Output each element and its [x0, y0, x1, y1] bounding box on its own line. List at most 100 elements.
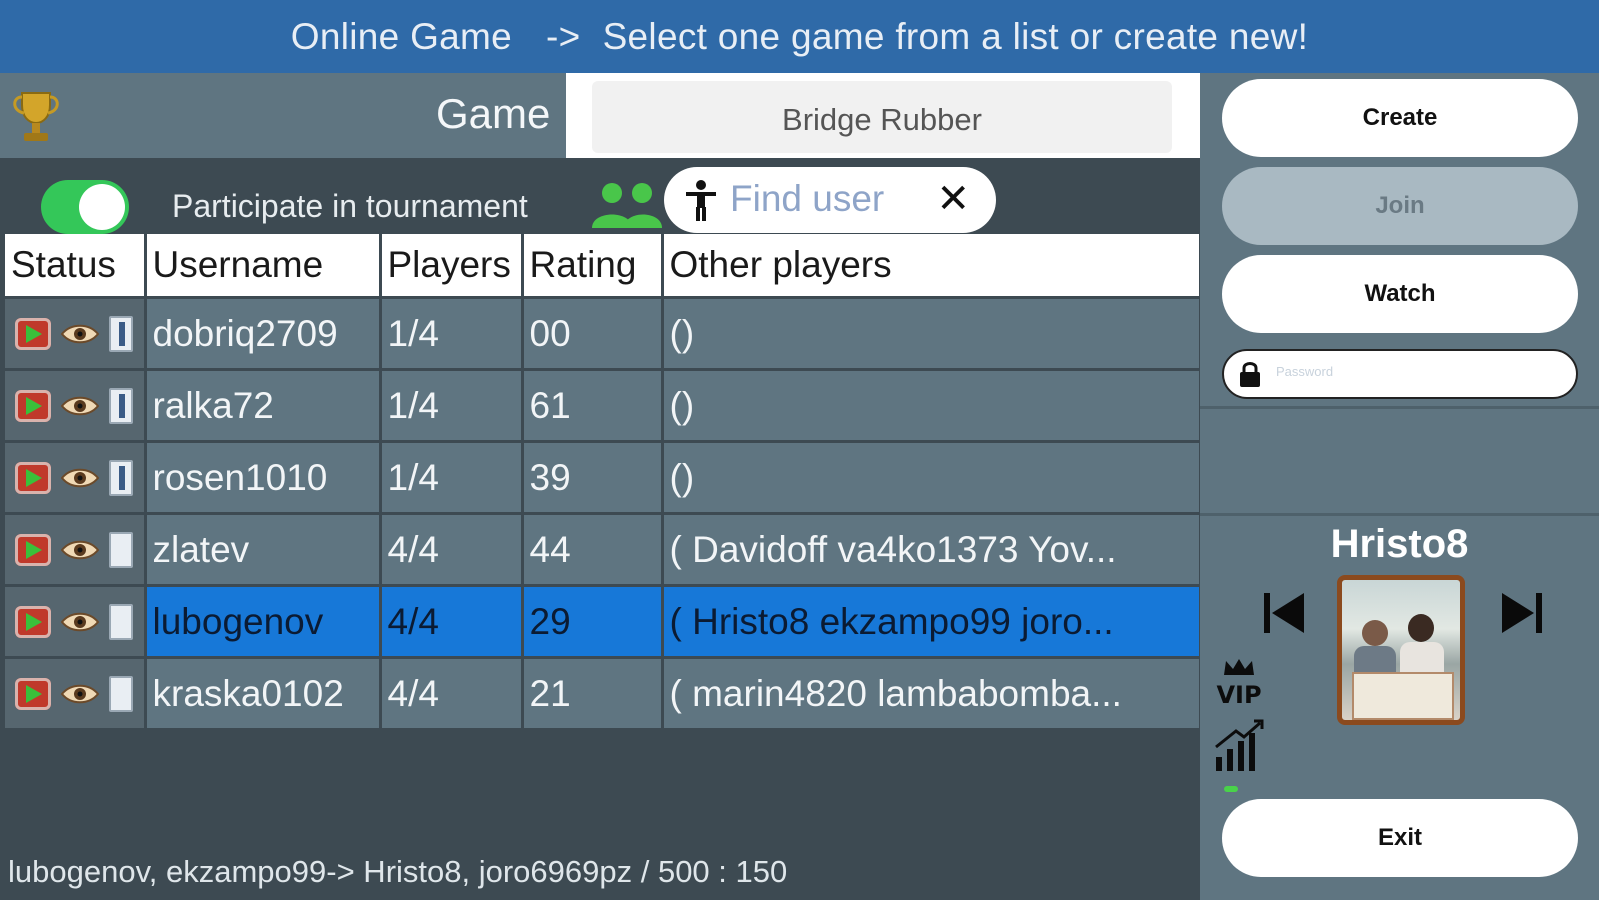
table-header-row: Status Username Players Rating Other pla…	[5, 234, 1199, 298]
table-row[interactable]: zlatev 4/4 44 ( Davidoff va4ko1373 Yov..…	[5, 512, 1199, 586]
door-icon	[109, 387, 133, 424]
play-icon[interactable]	[15, 605, 51, 638]
row-status-cell	[5, 656, 147, 728]
divider	[1200, 406, 1599, 409]
row-username: zlatev	[145, 512, 382, 586]
row-players: 1/4	[380, 440, 524, 514]
header-title: Online Game	[290, 15, 513, 57]
row-username: dobriq2709	[145, 296, 382, 370]
row-other-players: ( marin4820 lambabomba...	[662, 656, 1199, 728]
create-button[interactable]: Create	[1222, 79, 1578, 157]
tournament-toggle[interactable]	[41, 180, 129, 234]
row-other-players: ( Hristo8 ekzampo99 joro...	[662, 584, 1199, 658]
row-other-players: ()	[662, 440, 1199, 514]
door-icon	[109, 531, 133, 568]
row-players: 1/4	[380, 296, 524, 370]
row-other-players: ()	[662, 296, 1199, 370]
row-rating: 29	[522, 584, 664, 658]
join-button[interactable]: Join	[1222, 167, 1578, 245]
vip-crown-icon[interactable]: VIP	[1212, 653, 1266, 713]
row-status-cell	[5, 296, 147, 370]
row-players: 1/4	[380, 368, 524, 442]
eye-icon[interactable]	[61, 539, 99, 561]
close-icon[interactable]: ✕	[936, 176, 970, 222]
skip-next-icon[interactable]	[1498, 591, 1546, 635]
row-rating: 39	[522, 440, 664, 514]
column-header-rating[interactable]: Rating	[522, 234, 664, 298]
table-row[interactable]: lubogenov 4/4 29 ( Hristo8 ekzampo99 jor…	[5, 584, 1199, 658]
row-rating: 61	[522, 368, 664, 442]
person-icon	[686, 180, 716, 221]
watch-button[interactable]: Watch	[1222, 255, 1578, 333]
table-row[interactable]: ralka72 1/4 61 ()	[5, 368, 1199, 442]
eye-icon[interactable]	[61, 467, 99, 489]
users-icon[interactable]	[590, 180, 662, 232]
row-rating: 21	[522, 656, 664, 728]
column-header-players[interactable]: Players	[380, 234, 524, 298]
row-status-cell	[5, 584, 147, 658]
row-players: 4/4	[380, 656, 524, 728]
avatar-figure	[1408, 614, 1434, 642]
player-avatar[interactable]	[1337, 575, 1465, 725]
door-icon	[109, 675, 133, 712]
row-status-cell	[5, 512, 147, 586]
row-rating: 44	[522, 512, 664, 586]
column-header-status[interactable]: Status	[5, 234, 147, 298]
game-label: Game	[436, 90, 551, 137]
play-icon[interactable]	[15, 389, 51, 422]
games-table: Status Username Players Rating Other pla…	[5, 234, 1199, 728]
password-input[interactable]: Password	[1276, 364, 1333, 379]
row-other-players: ( Davidoff va4ko1373 Yov...	[662, 512, 1199, 586]
eye-icon[interactable]	[61, 683, 99, 705]
row-username: ralka72	[145, 368, 382, 442]
row-status-cell	[5, 368, 147, 442]
column-header-other-players[interactable]: Other players	[662, 234, 1199, 298]
table-row[interactable]: kraska0102 4/4 21 ( marin4820 lambabomba…	[5, 656, 1199, 728]
row-other-players: ()	[662, 368, 1199, 442]
play-icon[interactable]	[15, 317, 51, 350]
play-icon[interactable]	[15, 533, 51, 566]
exit-button[interactable]: Exit	[1222, 799, 1578, 877]
door-icon	[109, 315, 133, 352]
eye-icon[interactable]	[61, 395, 99, 417]
row-status-cell	[5, 440, 147, 514]
door-icon	[109, 603, 133, 640]
vip-label: VIP	[1216, 681, 1261, 709]
avatar-board	[1352, 672, 1454, 720]
password-field[interactable]: Password	[1222, 349, 1578, 399]
stats-chart-icon[interactable]	[1212, 719, 1266, 773]
actions-panel: Create Join Watch Password Hristo8 VIP E…	[1200, 73, 1599, 900]
play-icon[interactable]	[15, 677, 51, 710]
eye-icon[interactable]	[61, 323, 99, 345]
row-players: 4/4	[380, 584, 524, 658]
online-indicator	[1224, 786, 1238, 792]
avatar-figure	[1362, 620, 1388, 646]
game-select-area: Bridge Rubber	[566, 73, 1200, 158]
game-list-panel: Game Bridge Rubber Participate in tourna…	[0, 73, 1200, 900]
skip-previous-icon[interactable]	[1260, 591, 1308, 635]
game-status-line: lubogenov, ekzampo99-> Hristo8, joro6969…	[8, 854, 788, 889]
play-icon[interactable]	[15, 461, 51, 494]
table-row[interactable]: rosen1010 1/4 39 ()	[5, 440, 1199, 514]
column-header-username[interactable]: Username	[145, 234, 382, 298]
header-bar: Online Game -> Select one game from a li…	[0, 0, 1599, 73]
row-username: lubogenov	[145, 584, 382, 658]
game-type-select[interactable]: Bridge Rubber	[592, 81, 1172, 153]
game-row: Game Bridge Rubber	[0, 73, 1200, 158]
row-username: rosen1010	[145, 440, 382, 514]
divider	[1200, 513, 1599, 516]
find-user-input[interactable]: Find user	[730, 178, 884, 220]
trophy-icon[interactable]	[10, 87, 62, 147]
row-rating: 00	[522, 296, 664, 370]
eye-icon[interactable]	[61, 611, 99, 633]
table-row[interactable]: dobriq2709 1/4 00 ()	[5, 296, 1199, 370]
header-subtitle: Select one game from a list or create ne…	[602, 15, 1309, 57]
tournament-label: Participate in tournament	[172, 188, 528, 224]
lock-icon	[1240, 362, 1260, 387]
header-arrow: ->	[546, 15, 581, 57]
row-players: 4/4	[380, 512, 524, 586]
find-user-field[interactable]: Find user ✕	[664, 167, 996, 233]
row-username: kraska0102	[145, 656, 382, 728]
door-icon	[109, 459, 133, 496]
player-name: Hristo8	[1330, 522, 1469, 566]
